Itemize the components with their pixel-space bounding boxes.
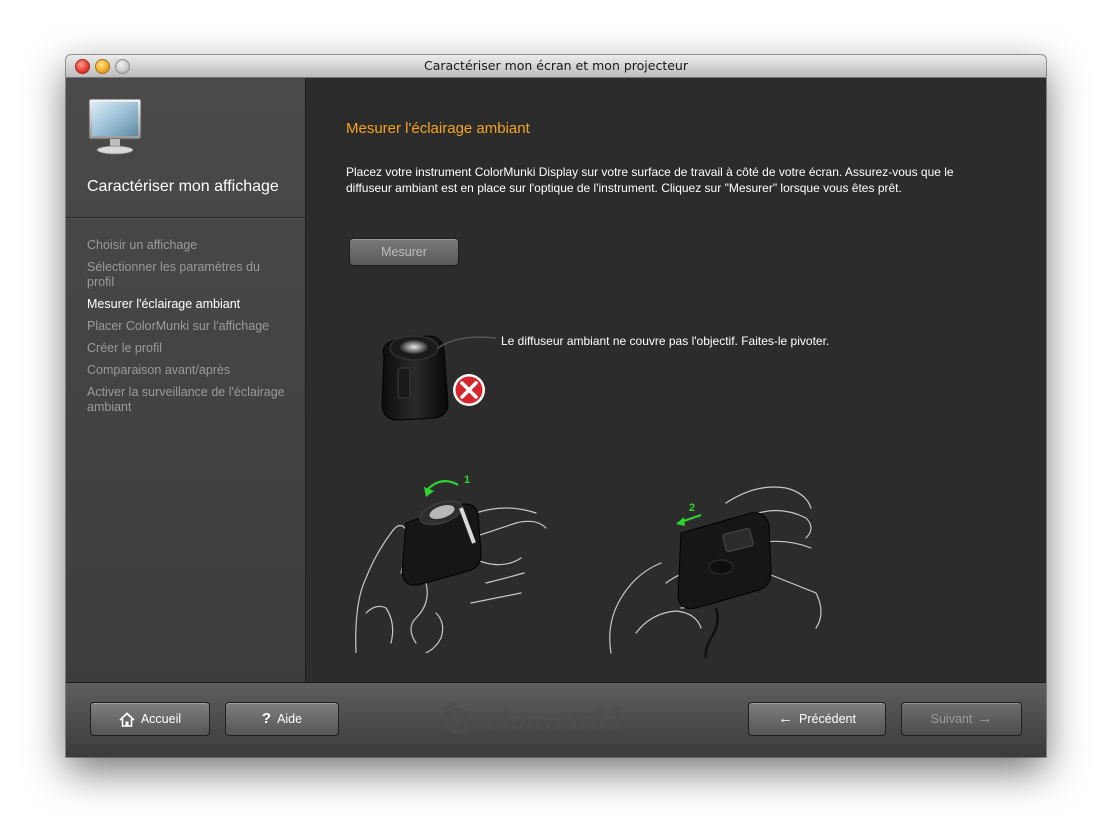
step-create-profile[interactable]: Créer le profil [87, 341, 287, 356]
back-button[interactable]: ← Précédent [748, 702, 886, 736]
back-button-label: Précédent [799, 712, 856, 726]
logo-wordmark: colormunki [472, 703, 621, 737]
page-title: Mesurer l'éclairage ambiant [346, 120, 530, 137]
home-button-label: Accueil [140, 712, 182, 726]
instructions-text: Placez votre instrument ColorMunki Displ… [346, 165, 954, 195]
step-choose-display[interactable]: Choisir un affichage [87, 238, 287, 253]
logo-text-munki: munki [534, 703, 621, 736]
next-button-label: Suivant [930, 712, 973, 726]
step-2-label: 2 [689, 502, 695, 514]
step-select-profile-settings[interactable]: Sélectionner les paramètres du profil [87, 260, 287, 290]
help-button[interactable]: ? Aide [225, 702, 339, 736]
window-title: Caractériser mon écran et mon projecteur [424, 58, 688, 73]
main-panel: Mesurer l'éclairage ambiant Placez votre… [306, 78, 1046, 682]
step-place-colormunki[interactable]: Placer ColorMunki sur l'affichage [87, 319, 287, 334]
error-message: Le diffuseur ambiant ne couvre pas l'obj… [501, 334, 830, 348]
sidebar-title: Caractériser mon affichage [87, 178, 279, 195]
sidebar-divider [66, 217, 305, 219]
step-ambient-monitoring[interactable]: Activer la surveillance de l'éclairage a… [87, 385, 287, 415]
slide-diffuser-hand-illustration: 2 [609, 486, 822, 658]
help-button-label: Aide [277, 712, 303, 726]
measure-button[interactable]: Mesurer [349, 238, 459, 266]
colormunki-logo-mark [442, 702, 470, 734]
app-window: Caractériser mon écran et mon projecteur… [66, 55, 1046, 757]
title-bar[interactable]: Caractériser mon écran et mon projecteur [66, 55, 1046, 78]
step-1-label: 1 [464, 474, 470, 486]
minimize-window-button[interactable] [95, 59, 110, 74]
monitor-icon [88, 98, 142, 155]
footer-bar: Accueil ? Aide colormunki ← Précédent Suiv… [66, 682, 1046, 757]
close-window-button[interactable] [75, 59, 90, 74]
colormunki-logo: colormunki [440, 701, 621, 737]
home-icon [119, 712, 135, 728]
help-icon: ? [261, 710, 272, 727]
logo-text-color: color [472, 703, 535, 736]
arrow-right-icon: → [977, 710, 993, 727]
sidebar: Caractériser mon affichage Choisir un af… [66, 78, 306, 682]
step-measure-ambient-light[interactable]: Mesurer l'éclairage ambiant [87, 297, 287, 312]
arrow-left-icon: ← [778, 710, 793, 727]
zoom-window-button[interactable] [115, 59, 130, 74]
step-list: Choisir un affichage Sélectionner les pa… [87, 238, 287, 422]
colormunki-device-error-illustration [381, 335, 496, 421]
next-button[interactable]: Suivant → [901, 702, 1022, 736]
step-before-after[interactable]: Comparaison avant/après [87, 363, 287, 378]
home-button[interactable]: Accueil [90, 702, 210, 736]
rotate-diffuser-hand-illustration: 1 [355, 474, 547, 653]
